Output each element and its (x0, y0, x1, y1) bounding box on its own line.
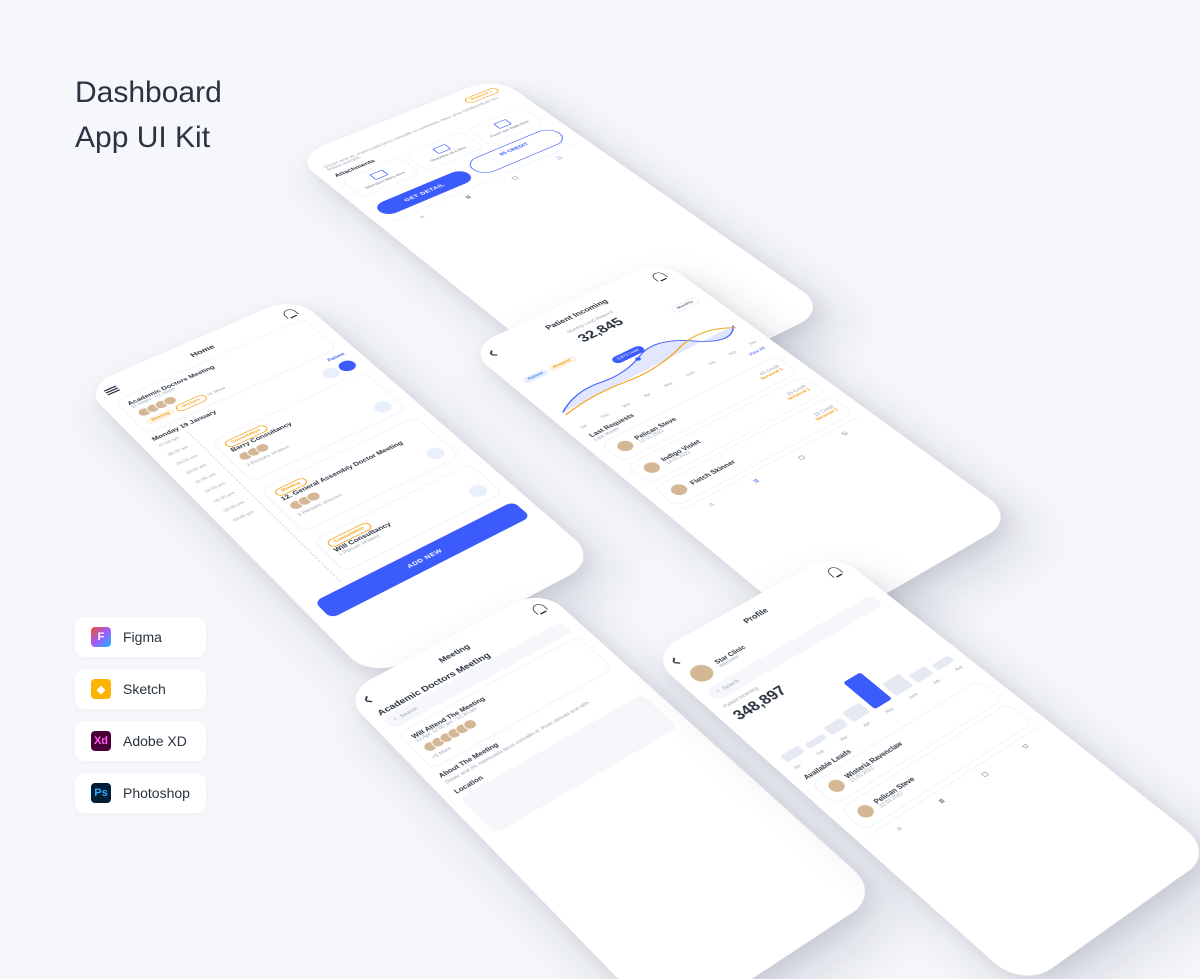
screen-title: Home (189, 344, 217, 359)
home-icon[interactable]: ⌂ (708, 502, 717, 508)
back-icon[interactable] (364, 696, 373, 702)
menu-icon[interactable] (103, 385, 122, 397)
back-icon[interactable] (490, 350, 499, 355)
msg-icon[interactable] (423, 445, 448, 461)
bell-icon[interactable] (825, 565, 843, 577)
msg-icon[interactable] (371, 399, 395, 414)
home-icon[interactable]: ⌂ (419, 215, 427, 220)
calendar-icon[interactable]: ▢ (980, 770, 991, 778)
stats-icon[interactable]: ⫾⫾ (465, 195, 473, 200)
search-icon: ⌕ (392, 716, 399, 722)
back-icon[interactable] (672, 658, 680, 664)
search-icon: ⌕ (715, 689, 723, 695)
calendar-icon[interactable]: ▢ (510, 175, 520, 181)
home-icon[interactable]: ⌂ (895, 826, 904, 833)
avatar[interactable] (684, 661, 719, 686)
profile-icon[interactable]: ⎋ (556, 156, 565, 161)
stats-icon[interactable]: ⫾⫾ (938, 798, 947, 805)
profile-icon[interactable]: ⎋ (841, 431, 851, 437)
go-icon[interactable] (335, 358, 359, 373)
calendar-icon[interactable]: ▢ (796, 454, 806, 461)
bell-icon[interactable] (650, 271, 668, 282)
bell-icon[interactable] (530, 602, 548, 615)
profile-icon[interactable]: ⎋ (1022, 744, 1032, 751)
stats-icon[interactable]: ⫾⫾ (752, 478, 761, 484)
bell-icon[interactable] (281, 308, 299, 319)
